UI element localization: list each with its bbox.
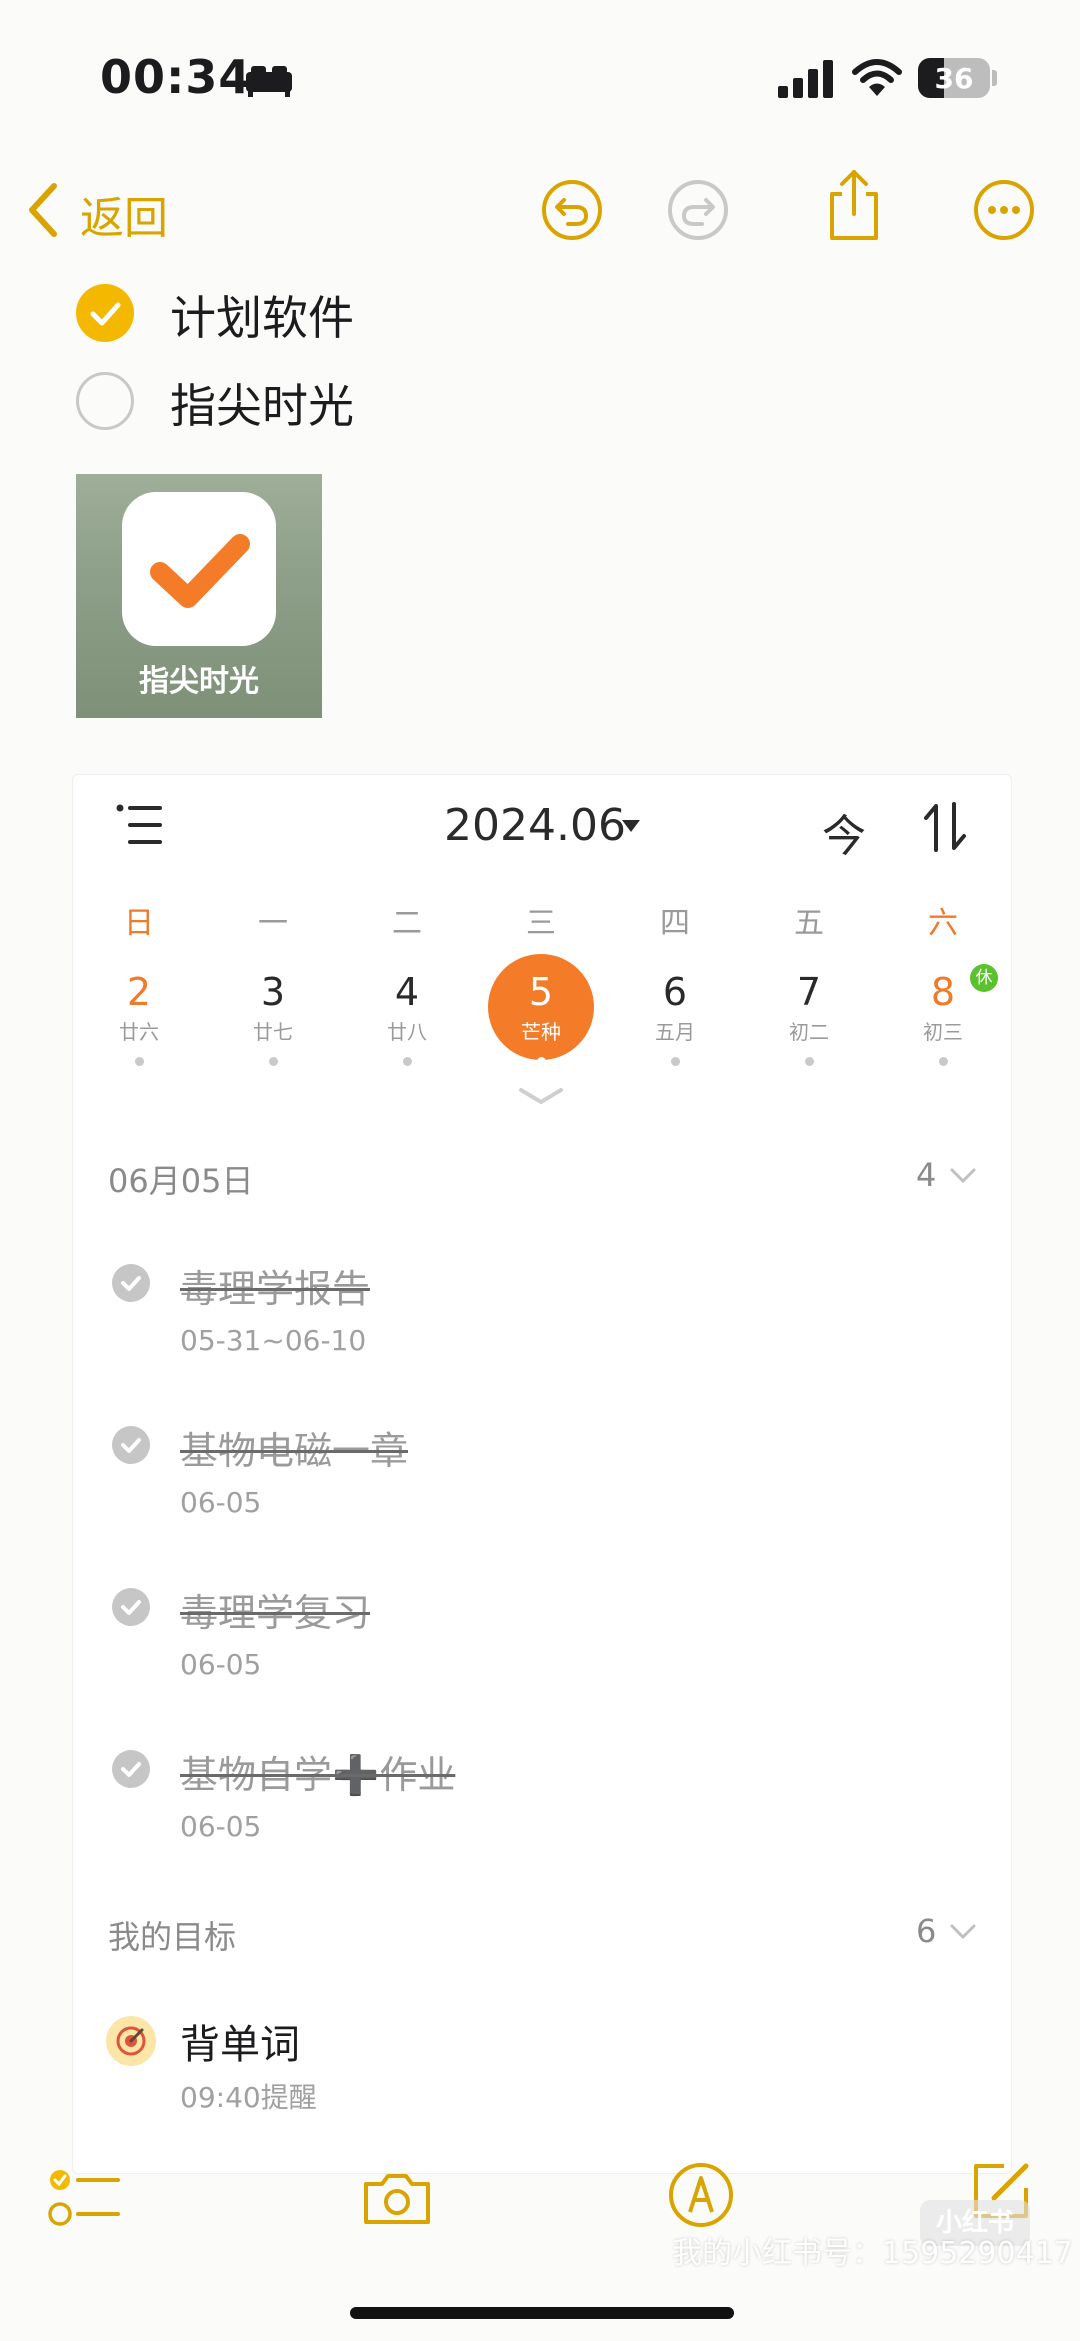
task-title[interactable]: 基物电磁一章 xyxy=(180,1420,408,1475)
back-button[interactable]: 返回 xyxy=(80,182,168,246)
day-lunar: 廿八 xyxy=(387,1020,427,1044)
goals-count[interactable]: 6 xyxy=(916,1912,936,1950)
day-lunar: 初三 xyxy=(923,1020,963,1044)
battery-tip xyxy=(992,70,997,86)
goal-reminder: 09:40提醒 xyxy=(180,2081,317,2114)
day-lunar: 初二 xyxy=(789,1020,829,1044)
task-date: 06-05 xyxy=(180,1486,262,1519)
goal-title[interactable]: 背单词 xyxy=(180,2012,300,2070)
day-number: 3 xyxy=(260,970,286,1014)
app-icon-tile xyxy=(122,492,276,646)
calendar-day-selected[interactable]: 5 芒种 xyxy=(481,972,601,1066)
goals-header: 我的目标 xyxy=(108,1918,237,1956)
task-title[interactable]: 毒理学复习 xyxy=(180,1582,370,1637)
event-dot xyxy=(938,1057,948,1066)
day-number: 7 xyxy=(796,970,822,1014)
checklist-item-label[interactable]: 计划软件 xyxy=(170,282,354,348)
undo-icon[interactable] xyxy=(540,178,604,242)
share-icon[interactable] xyxy=(822,168,886,242)
calendar-day[interactable]: 6 五月 xyxy=(615,972,735,1066)
weekday-header: 二 xyxy=(392,906,422,941)
day-number: 6 xyxy=(662,970,688,1014)
checkmark-icon xyxy=(90,302,121,326)
checkmark-icon xyxy=(121,1600,141,1615)
app-caption: 指尖时光 xyxy=(139,664,259,699)
calendar-day[interactable]: 4 廿八 xyxy=(347,972,467,1066)
checklist-checkbox-checked[interactable] xyxy=(76,284,134,342)
home-indicator xyxy=(350,2307,734,2319)
event-dot xyxy=(804,1057,814,1066)
watermark-text: 我的小红书号：1595290417 xyxy=(672,2236,1073,2271)
task-date: 06-05 xyxy=(180,1810,262,1843)
calendar-day[interactable]: 7 初二 xyxy=(749,972,869,1066)
battery-icon: 36 xyxy=(918,58,990,98)
more-icon[interactable] xyxy=(972,178,1036,242)
weekday-header: 六 xyxy=(928,906,958,941)
bed-icon xyxy=(246,66,292,97)
weekday-header: 一 xyxy=(258,906,288,941)
month-title[interactable]: 2024.06 xyxy=(444,800,626,851)
checklist-checkbox-unchecked[interactable] xyxy=(76,372,134,430)
attached-app-image[interactable]: 指尖时光 xyxy=(76,474,322,718)
cellular-signal-icon xyxy=(778,60,833,98)
battery-level-text: 36 xyxy=(934,62,974,95)
event-dot xyxy=(670,1057,680,1066)
checkmark-icon xyxy=(121,1762,141,1777)
checklist-item-label[interactable]: 指尖时光 xyxy=(170,370,354,436)
weekday-header: 日 xyxy=(124,906,154,941)
checklist-icon[interactable] xyxy=(48,2166,122,2230)
task-title[interactable]: 毒理学报告 xyxy=(180,1258,370,1313)
event-dot xyxy=(402,1057,412,1066)
task-done-checkbox[interactable] xyxy=(112,1588,150,1626)
caret-down-icon[interactable] xyxy=(622,820,640,832)
weekday-header: 五 xyxy=(794,906,824,941)
wifi-icon xyxy=(852,59,902,96)
day-lunar: 五月 xyxy=(655,1020,695,1044)
weekday-header: 三 xyxy=(526,906,556,941)
task-date: 05-31~06-10 xyxy=(180,1324,367,1357)
task-done-checkbox[interactable] xyxy=(112,1750,150,1788)
task-date-header: 06月05日 xyxy=(108,1162,254,1200)
task-done-checkbox[interactable] xyxy=(112,1264,150,1302)
task-done-checkbox[interactable] xyxy=(112,1426,150,1464)
sort-icon[interactable] xyxy=(920,800,970,854)
day-lunar: 芒种 xyxy=(521,1020,561,1044)
chevron-down-icon[interactable] xyxy=(950,1168,976,1184)
redo-icon[interactable] xyxy=(666,178,730,242)
target-icon xyxy=(106,2016,156,2066)
day-number: 2 xyxy=(126,970,152,1014)
chevron-left-icon[interactable] xyxy=(22,180,62,240)
checkmark-icon xyxy=(150,534,250,608)
menu-list-icon[interactable] xyxy=(116,804,164,846)
camera-icon[interactable] xyxy=(360,2166,434,2230)
event-dot xyxy=(536,1057,546,1066)
day-lunar: 廿七 xyxy=(253,1020,293,1044)
event-dot xyxy=(134,1057,144,1066)
task-date: 06-05 xyxy=(180,1648,262,1681)
today-button[interactable]: 今 xyxy=(822,800,866,864)
task-title[interactable]: 基物自学➕作业 xyxy=(180,1744,455,1799)
chevron-down-icon[interactable] xyxy=(950,1924,976,1940)
day-number: 5 xyxy=(528,970,554,1014)
checkmark-icon xyxy=(121,1438,141,1453)
task-count[interactable]: 4 xyxy=(916,1156,936,1194)
status-time: 00:34 xyxy=(100,50,252,104)
weekday-header: 四 xyxy=(660,906,690,941)
day-number: 4 xyxy=(394,970,420,1014)
checkmark-icon xyxy=(121,1276,141,1291)
calendar-day[interactable]: 3 廿七 xyxy=(213,972,333,1066)
markup-icon[interactable] xyxy=(666,2160,736,2230)
holiday-badge: 休 xyxy=(970,964,998,992)
event-dot xyxy=(268,1057,278,1066)
calendar-day[interactable]: 2 廿六 xyxy=(79,972,199,1066)
day-lunar: 廿六 xyxy=(119,1020,159,1044)
chevron-down-icon[interactable] xyxy=(518,1086,564,1106)
